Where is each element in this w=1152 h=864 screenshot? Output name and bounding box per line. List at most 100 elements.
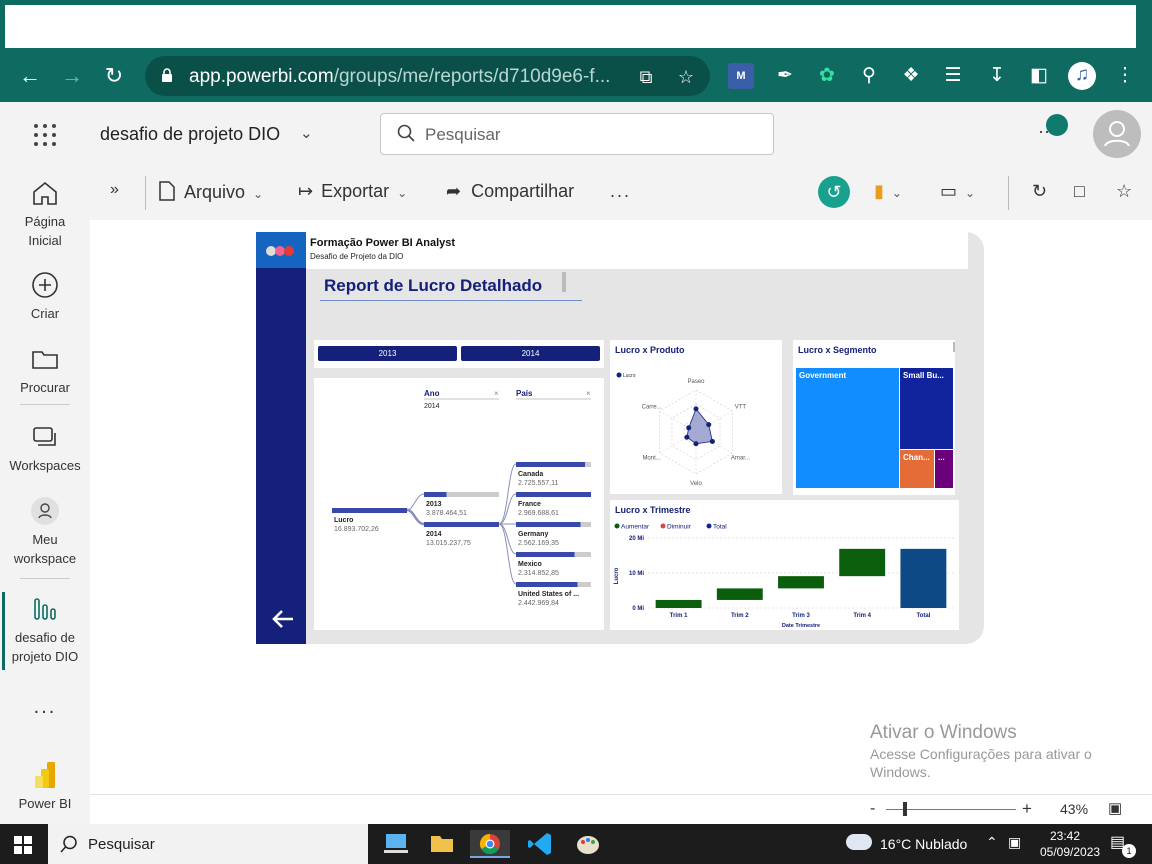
windows-start-icon[interactable] (14, 836, 32, 854)
treemap-small-business[interactable]: Small Bu... (900, 368, 953, 449)
expand-pane-icon[interactable]: » (110, 181, 119, 199)
view-icon[interactable]: ▭ ⌄ (940, 181, 975, 202)
paint-icon[interactable] (568, 830, 608, 858)
search-input[interactable]: Pesquisar (380, 113, 774, 155)
back-arrow-icon[interactable] (271, 608, 295, 630)
waterfall-legend-label: Aumentar (621, 524, 650, 531)
waterfall-x-tick: Trim 1 (670, 613, 688, 619)
network-icon[interactable]: ▣ (1008, 834, 1021, 851)
treemap-other[interactable]: ... (935, 450, 953, 488)
workspaces-icon (33, 427, 56, 446)
report-page: Formação Power BI Analyst Desafio de Pro… (256, 232, 984, 644)
share-page-icon[interactable]: ⧉ (635, 66, 657, 88)
year-button-2014[interactable]: 2014 (461, 346, 600, 361)
refresh-icon[interactable]: ↻ (1032, 181, 1047, 202)
browser-menu-icon[interactable]: ⋮ (1112, 63, 1138, 89)
workspace-title[interactable]: desafio de projeto DIO (100, 124, 280, 145)
taskbar-search[interactable]: Pesquisar (48, 824, 368, 864)
notification-dot (1046, 114, 1068, 136)
radar-axis-label: Velo (690, 481, 702, 487)
zoom-in-button[interactable]: + (1022, 799, 1032, 819)
svg-text:×: × (494, 389, 499, 398)
waterfall-legend-label: Total (713, 524, 727, 531)
exportar-menu[interactable]: ↦ Exportar ⌄ (298, 181, 407, 202)
waterfall-y-tick: 10 Mi (629, 571, 644, 577)
fit-page-icon[interactable]: ▣ (1108, 799, 1122, 817)
decomp-country-bar (516, 552, 575, 557)
reset-icon[interactable]: ↺ (818, 176, 850, 208)
rail-workspaces[interactable]: Workspaces (0, 422, 90, 475)
decomp-year-value: 3.878.464,51 (426, 510, 467, 517)
comment-icon[interactable]: □ (1074, 181, 1085, 202)
decomp-country-value: 2.969.688,61 (518, 510, 559, 517)
search-icon (397, 124, 415, 142)
dio-logo (256, 232, 306, 268)
rail-my-workspace[interactable]: Meu workspace (0, 496, 90, 568)
year-button-2013[interactable]: 2013 (318, 346, 457, 361)
radar-axis-label: Mont... (642, 456, 661, 462)
address-bar[interactable]: app.powerbi.com/groups/me/reports/d710d9… (145, 56, 710, 96)
extension-green-icon[interactable]: ✿ (814, 63, 840, 89)
decomp-year-label: 2013 (426, 501, 442, 508)
account-avatar[interactable] (1093, 110, 1141, 158)
arquivo-menu[interactable]: Arquivo ⌄ (158, 181, 263, 203)
year-slicer: 2013 2014 (314, 340, 604, 368)
bookmark-icon[interactable]: ▮ ⌄ (874, 181, 902, 202)
chevron-down-icon[interactable]: ⌄ (300, 124, 313, 142)
extension-magnifier-icon[interactable]: ⚲ (856, 63, 882, 89)
chrome-icon[interactable] (470, 830, 510, 858)
rail-browse[interactable]: Procurar (0, 344, 90, 397)
rail-desafio-projeto[interactable]: desafio de projeto DIO (0, 594, 90, 666)
rail-powerbi[interactable]: Power BI (0, 760, 90, 813)
compartilhar-button[interactable]: ➦ Compartilhar (446, 181, 574, 202)
eyedropper-icon[interactable]: ✒ (772, 63, 798, 89)
decomp-root-bar (332, 508, 407, 513)
profile-icon[interactable]: ♫ (1068, 62, 1096, 90)
zoom-slider-thumb[interactable] (903, 802, 907, 816)
toolbar-more-icon[interactable]: ... (610, 181, 631, 202)
decomp-country-label: France (518, 501, 541, 508)
treemap-channel[interactable]: Chan... (900, 450, 934, 488)
decomposition-tree-chart: Ano × 2014 País × Lucro 16.893.702,26 2013 3.878… (332, 389, 591, 607)
favorite-star-icon[interactable]: ☆ (1116, 181, 1132, 202)
treemap-title: Lucro x Segmento (798, 345, 877, 355)
extensions-puzzle-icon[interactable]: ❖ (898, 63, 924, 89)
waterfall-y-axis-label: Lucro (614, 567, 620, 584)
back-icon[interactable]: ← (16, 62, 44, 90)
app-launcher-icon[interactable] (34, 124, 56, 146)
vscode-icon[interactable] (520, 830, 560, 858)
waterfall-bar (655, 599, 702, 608)
report-bars-icon (34, 598, 56, 620)
radar-card: Lucro x Produto Lucro Paseo VTT Amar... Velo… (610, 340, 782, 494)
decomposition-tree: Ano × 2014 País × Lucro 16.893.702,26 2013 3.878… (314, 378, 604, 630)
decomp-country-bar (516, 582, 578, 587)
file-explorer-icon[interactable] (422, 830, 462, 858)
side-panel-icon[interactable]: ◧ (1026, 63, 1052, 89)
decomp-root-value: 16.893.702,26 (334, 526, 379, 533)
search-icon (60, 835, 77, 853)
clock[interactable]: 23:42 05/09/2023 (1040, 828, 1100, 860)
blank-bar (5, 5, 1136, 48)
folder-icon (32, 351, 58, 369)
zoom-out-button[interactable]: - (870, 800, 875, 818)
extension-m-icon[interactable]: M (728, 63, 754, 89)
rail-create[interactable]: Criar (0, 270, 90, 323)
rail-home[interactable]: Página Inicial (0, 178, 90, 250)
radar-legend-label: Lucro (623, 373, 636, 379)
media-queue-icon[interactable]: ☰ (940, 63, 966, 89)
bookmark-star-icon[interactable]: ☆ (675, 66, 697, 88)
tray-chevron-icon[interactable]: ⌃ (986, 834, 998, 851)
powerbi-header: desafio de projeto DIO ⌄ Pesquisar ⋯ (0, 102, 1152, 166)
reload-icon[interactable]: ↻ (100, 62, 128, 90)
decomp-country-bar (516, 462, 585, 467)
download-icon[interactable]: ↧ (984, 63, 1010, 89)
radar-axis-label: Paseo (687, 379, 705, 385)
zoom-bar: - + 43% ▣ (90, 794, 1152, 824)
rail-more[interactable]: ... (0, 697, 90, 717)
forward-icon[interactable]: → (58, 62, 86, 90)
explorer-pc-icon[interactable] (376, 830, 416, 858)
filter-ano-label: Ano (424, 389, 440, 398)
report-header: Formação Power BI Analyst Desafio de Pro… (306, 232, 968, 269)
treemap-government[interactable]: Government (796, 368, 899, 488)
decomp-root-label: Lucro (334, 517, 353, 524)
